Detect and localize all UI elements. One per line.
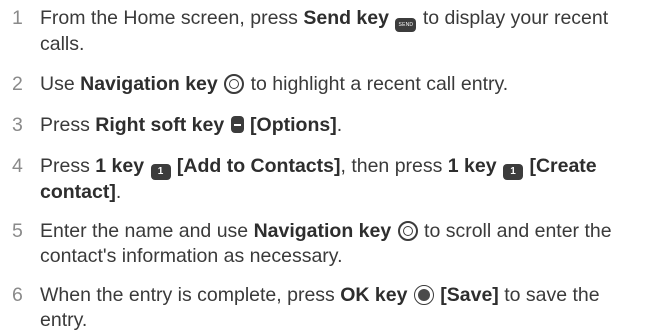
navigation-key-icon — [224, 74, 245, 94]
key-name: Navigation key — [253, 220, 392, 242]
one-key-icon: 1 — [150, 164, 171, 180]
option-label: [Create — [529, 155, 597, 177]
instruction-steps: 1 From the Home screen, press Send key S… — [0, 0, 649, 332]
step-text: From the Home screen, press Send key SEN… — [40, 7, 609, 55]
option-label: [Add to Contacts] — [176, 155, 341, 177]
step-number: 1 — [12, 7, 23, 29]
step-text: Enter the name and use Navigation key to… — [40, 220, 612, 267]
step-number: 3 — [12, 114, 23, 136]
option-label: [Save] — [440, 284, 499, 306]
key-name: Right soft key — [95, 114, 225, 136]
step-text: Press Right soft key [Options]. — [40, 114, 343, 136]
step-number: 5 — [12, 220, 23, 242]
option-label: contact] — [40, 181, 116, 203]
ok-key-icon — [413, 285, 434, 305]
step-text: When the entry is complete, press OK key… — [40, 284, 600, 331]
key-name: 1 key — [447, 155, 497, 177]
key-name: OK key — [340, 284, 408, 306]
step-number: 6 — [12, 284, 23, 306]
step-number: 2 — [12, 73, 23, 95]
one-key-icon: 1 — [503, 164, 524, 180]
navigation-key-icon — [397, 221, 418, 241]
key-name: 1 key — [95, 155, 145, 177]
step-number: 4 — [12, 155, 23, 177]
step-text: Press 1 key 1 [Add to Contacts], then pr… — [40, 155, 597, 203]
key-name: Navigation key — [80, 73, 218, 95]
key-name: Send key — [303, 7, 389, 29]
right-soft-key-icon — [230, 116, 244, 133]
step-text: Use Navigation key to highlight a recent… — [40, 73, 509, 95]
send-key-icon: SEND — [395, 18, 417, 32]
option-label: [Options] — [250, 114, 337, 136]
